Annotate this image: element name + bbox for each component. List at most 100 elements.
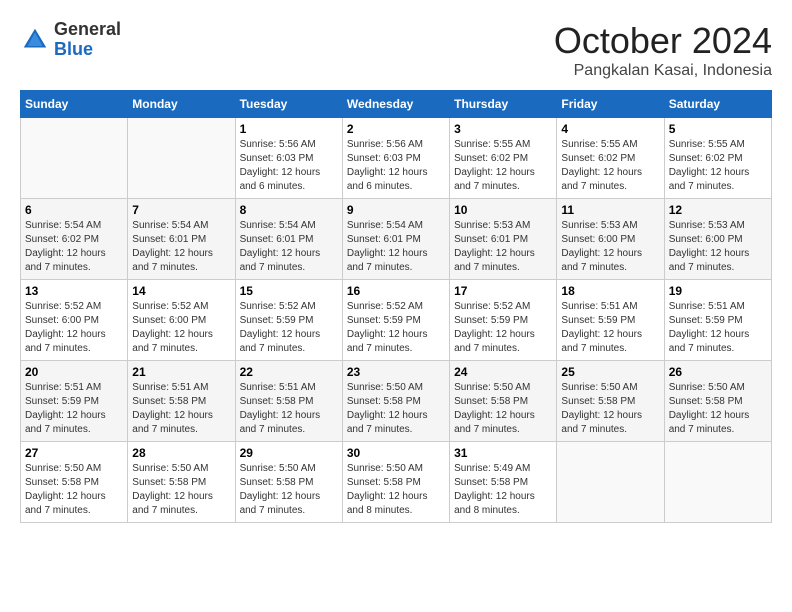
day-number: 17: [454, 284, 552, 298]
day-info: Sunrise: 5:50 AM Sunset: 5:58 PM Dayligh…: [25, 462, 123, 518]
day-info: Sunrise: 5:53 AM Sunset: 6:00 PM Dayligh…: [669, 219, 767, 275]
calendar-week-1: 1 Sunrise: 5:56 AM Sunset: 6:03 PM Daylig…: [21, 118, 772, 199]
calendar-cell: 21 Sunrise: 5:51 AM Sunset: 5:58 PM Dayli…: [128, 361, 235, 442]
calendar-cell: 6 Sunrise: 5:54 AM Sunset: 6:02 PM Daylig…: [21, 199, 128, 280]
day-number: 13: [25, 284, 123, 298]
day-number: 8: [240, 203, 338, 217]
day-info: Sunrise: 5:55 AM Sunset: 6:02 PM Dayligh…: [561, 138, 659, 194]
calendar-week-2: 6 Sunrise: 5:54 AM Sunset: 6:02 PM Daylig…: [21, 199, 772, 280]
calendar-cell: 23Sunrise: 5:50 AM Sunset: 5:58 PM Dayli…: [342, 361, 449, 442]
day-info: Sunrise: 5:50 AM Sunset: 5:58 PM Dayligh…: [347, 462, 445, 518]
day-number: 27: [25, 446, 123, 460]
calendar-header-row: SundayMondayTuesdayWednesdayThursdayFrid…: [21, 91, 772, 118]
calendar-cell: 20 Sunrise: 5:51 AM Sunset: 5:59 PM Dayli…: [21, 361, 128, 442]
calendar-cell: 15Sunrise: 5:52 AM Sunset: 5:59 PM Dayli…: [235, 280, 342, 361]
day-info: Sunrise: 5:50 AM Sunset: 5:58 PM Dayligh…: [669, 381, 767, 437]
day-number: 11: [561, 203, 659, 217]
day-number: 18: [561, 284, 659, 298]
day-info: Sunrise: 5:51 AM Sunset: 5:58 PM Dayligh…: [240, 381, 338, 437]
calendar-cell: 22 Sunrise: 5:51 AM Sunset: 5:58 PM Dayli…: [235, 361, 342, 442]
day-info: Sunrise: 5:52 AM Sunset: 6:00 PM Dayligh…: [25, 300, 123, 356]
day-number: 6: [25, 203, 123, 217]
calendar-cell: 10 Sunrise: 5:53 AM Sunset: 6:01 PM Dayli…: [450, 199, 557, 280]
calendar-cell: 31 Sunrise: 5:49 AM Sunset: 5:58 PM Dayli…: [450, 442, 557, 523]
day-info: Sunrise: 5:54 AM Sunset: 6:01 PM Dayligh…: [347, 219, 445, 275]
calendar-cell: 12 Sunrise: 5:53 AM Sunset: 6:00 PM Dayli…: [664, 199, 771, 280]
calendar-cell: 2 Sunrise: 5:56 AM Sunset: 6:03 PM Daylig…: [342, 118, 449, 199]
calendar-cell: 24 Sunrise: 5:50 AM Sunset: 5:58 PM Dayli…: [450, 361, 557, 442]
day-number: 29: [240, 446, 338, 460]
calendar-cell: 14Sunrise: 5:52 AM Sunset: 6:00 PM Dayli…: [128, 280, 235, 361]
calendar-cell: 13 Sunrise: 5:52 AM Sunset: 6:00 PM Dayli…: [21, 280, 128, 361]
logo-general-text: General: [54, 19, 121, 39]
day-info: Sunrise: 5:50 AM Sunset: 5:58 PM Dayligh…: [132, 462, 230, 518]
calendar-cell: 18 Sunrise: 5:51 AM Sunset: 5:59 PM Dayli…: [557, 280, 664, 361]
month-title: October 2024: [554, 20, 772, 62]
calendar-cell: 3 Sunrise: 5:55 AM Sunset: 6:02 PM Daylig…: [450, 118, 557, 199]
day-number: 7: [132, 203, 230, 217]
day-info: Sunrise: 5:54 AM Sunset: 6:02 PM Dayligh…: [25, 219, 123, 275]
calendar-cell: 26Sunrise: 5:50 AM Sunset: 5:58 PM Dayli…: [664, 361, 771, 442]
day-number: 23: [347, 365, 445, 379]
day-number: 5: [669, 122, 767, 136]
logo-text: General Blue: [54, 20, 121, 60]
calendar-week-4: 20 Sunrise: 5:51 AM Sunset: 5:59 PM Dayli…: [21, 361, 772, 442]
calendar-cell: 9 Sunrise: 5:54 AM Sunset: 6:01 PM Daylig…: [342, 199, 449, 280]
day-number: 9: [347, 203, 445, 217]
day-info: Sunrise: 5:51 AM Sunset: 5:59 PM Dayligh…: [25, 381, 123, 437]
calendar-cell: 17 Sunrise: 5:52 AM Sunset: 5:59 PM Dayli…: [450, 280, 557, 361]
calendar-cell: 30 Sunrise: 5:50 AM Sunset: 5:58 PM Dayli…: [342, 442, 449, 523]
day-number: 31: [454, 446, 552, 460]
calendar-cell: [128, 118, 235, 199]
calendar-cell: 1 Sunrise: 5:56 AM Sunset: 6:03 PM Daylig…: [235, 118, 342, 199]
day-number: 3: [454, 122, 552, 136]
calendar-cell: 28Sunrise: 5:50 AM Sunset: 5:58 PM Dayli…: [128, 442, 235, 523]
calendar-week-3: 13 Sunrise: 5:52 AM Sunset: 6:00 PM Dayli…: [21, 280, 772, 361]
day-header-monday: Monday: [128, 91, 235, 118]
day-number: 30: [347, 446, 445, 460]
day-number: 16: [347, 284, 445, 298]
calendar-cell: 25Sunrise: 5:50 AM Sunset: 5:58 PM Dayli…: [557, 361, 664, 442]
day-info: Sunrise: 5:49 AM Sunset: 5:58 PM Dayligh…: [454, 462, 552, 518]
day-number: 20: [25, 365, 123, 379]
day-number: 24: [454, 365, 552, 379]
day-header-sunday: Sunday: [21, 91, 128, 118]
day-info: Sunrise: 5:52 AM Sunset: 6:00 PM Dayligh…: [132, 300, 230, 356]
calendar-cell: 7Sunrise: 5:54 AM Sunset: 6:01 PM Daylig…: [128, 199, 235, 280]
day-number: 12: [669, 203, 767, 217]
calendar-cell: 5 Sunrise: 5:55 AM Sunset: 6:02 PM Daylig…: [664, 118, 771, 199]
logo: General Blue: [20, 20, 121, 60]
day-number: 4: [561, 122, 659, 136]
day-number: 21: [132, 365, 230, 379]
calendar-cell: [664, 442, 771, 523]
day-info: Sunrise: 5:51 AM Sunset: 5:58 PM Dayligh…: [132, 381, 230, 437]
day-header-tuesday: Tuesday: [235, 91, 342, 118]
day-number: 15: [240, 284, 338, 298]
day-number: 2: [347, 122, 445, 136]
day-info: Sunrise: 5:50 AM Sunset: 5:58 PM Dayligh…: [454, 381, 552, 437]
day-number: 10: [454, 203, 552, 217]
day-info: Sunrise: 5:56 AM Sunset: 6:03 PM Dayligh…: [240, 138, 338, 194]
day-header-wednesday: Wednesday: [342, 91, 449, 118]
day-header-friday: Friday: [557, 91, 664, 118]
day-number: 19: [669, 284, 767, 298]
calendar-cell: 16Sunrise: 5:52 AM Sunset: 5:59 PM Dayli…: [342, 280, 449, 361]
logo-blue-text: Blue: [54, 39, 93, 59]
calendar-cell: 8 Sunrise: 5:54 AM Sunset: 6:01 PM Daylig…: [235, 199, 342, 280]
calendar-cell: 29Sunrise: 5:50 AM Sunset: 5:58 PM Dayli…: [235, 442, 342, 523]
calendar-cell: 19Sunrise: 5:51 AM Sunset: 5:59 PM Dayli…: [664, 280, 771, 361]
title-block: October 2024 Pangkalan Kasai, Indonesia: [554, 20, 772, 80]
day-info: Sunrise: 5:51 AM Sunset: 5:59 PM Dayligh…: [561, 300, 659, 356]
calendar-cell: 4 Sunrise: 5:55 AM Sunset: 6:02 PM Daylig…: [557, 118, 664, 199]
day-info: Sunrise: 5:54 AM Sunset: 6:01 PM Dayligh…: [240, 219, 338, 275]
calendar-cell: 11Sunrise: 5:53 AM Sunset: 6:00 PM Dayli…: [557, 199, 664, 280]
day-info: Sunrise: 5:56 AM Sunset: 6:03 PM Dayligh…: [347, 138, 445, 194]
day-info: Sunrise: 5:52 AM Sunset: 5:59 PM Dayligh…: [454, 300, 552, 356]
day-number: 1: [240, 122, 338, 136]
day-info: Sunrise: 5:55 AM Sunset: 6:02 PM Dayligh…: [669, 138, 767, 194]
day-number: 22: [240, 365, 338, 379]
day-info: Sunrise: 5:53 AM Sunset: 6:01 PM Dayligh…: [454, 219, 552, 275]
page-header: General Blue October 2024 Pangkalan Kasa…: [20, 20, 772, 80]
calendar-cell: [557, 442, 664, 523]
day-info: Sunrise: 5:55 AM Sunset: 6:02 PM Dayligh…: [454, 138, 552, 194]
